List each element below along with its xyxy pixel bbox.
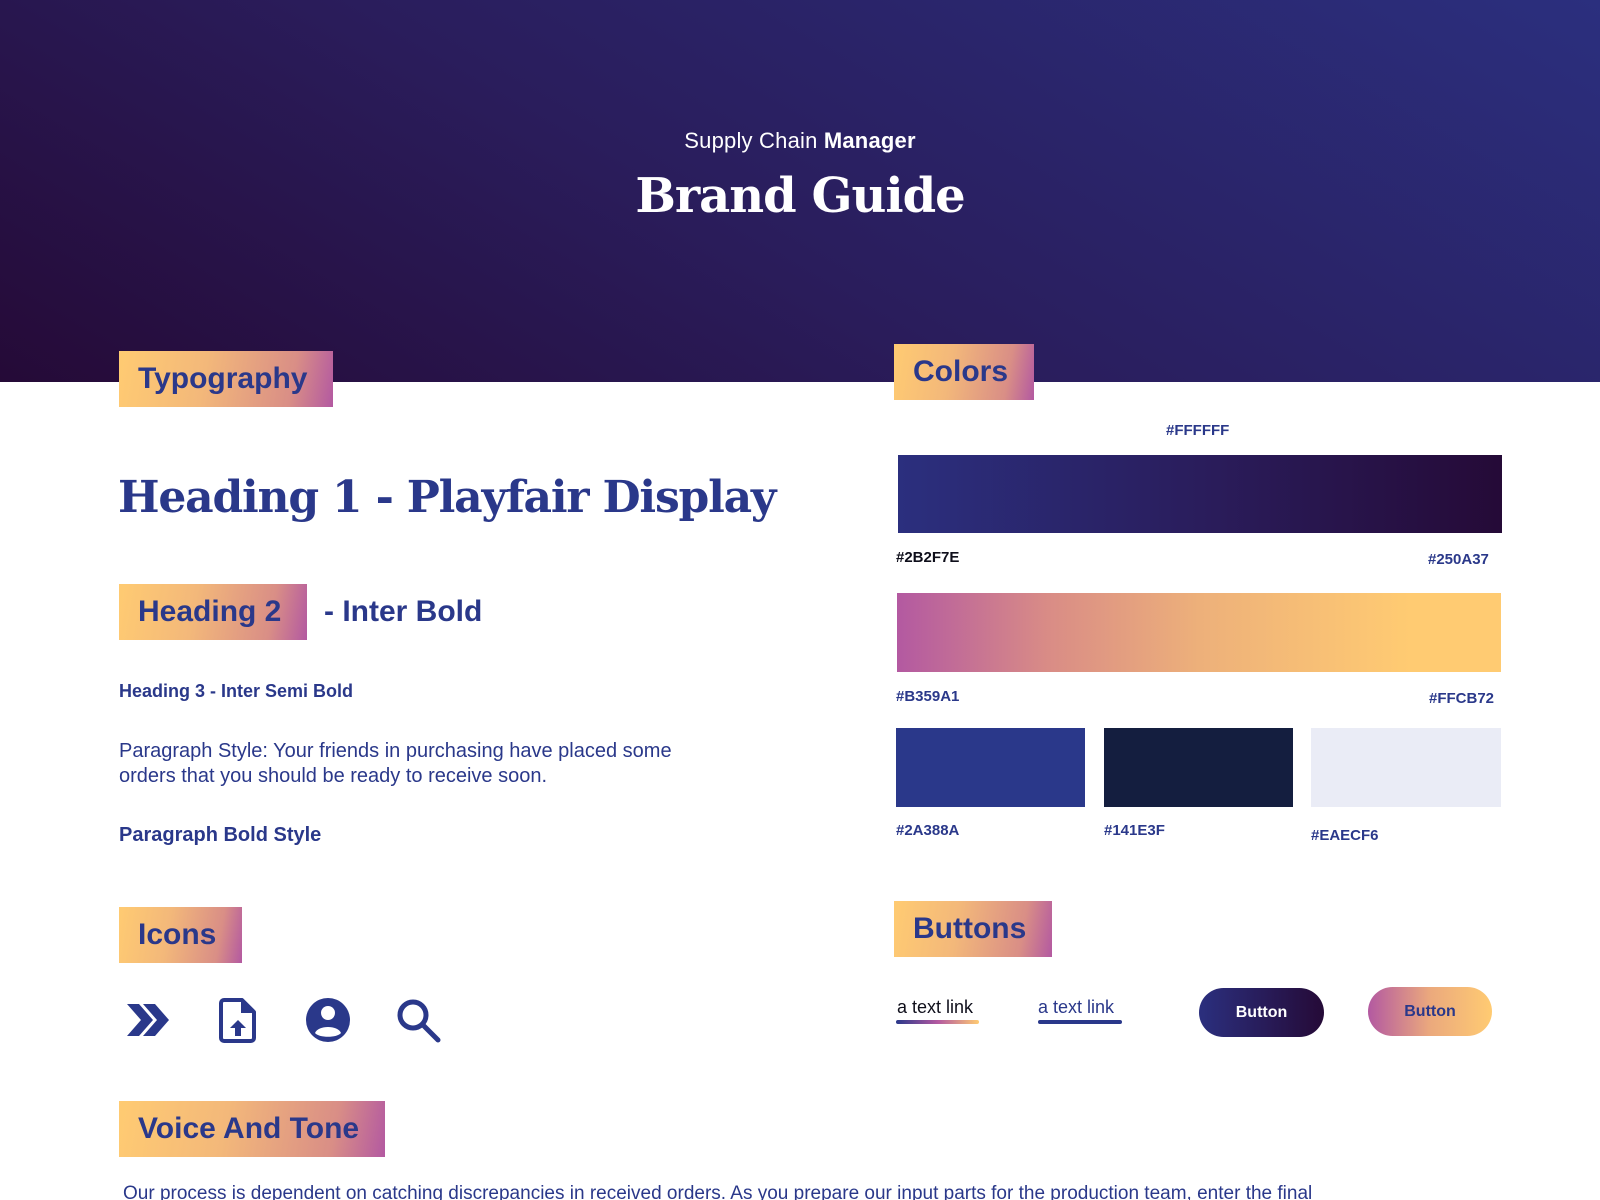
color-label-dark-end: #250A37 (1428, 551, 1489, 568)
file-upload-icon (214, 996, 262, 1044)
solid-text-link[interactable]: a text link (1038, 997, 1114, 1018)
hero-subtitle-bold: Manager (823, 128, 916, 153)
heading-2-suffix: - Inter Bold (324, 595, 483, 628)
solid-swatch-navy (1104, 728, 1293, 807)
buttons-section-title: Buttons (894, 901, 1053, 957)
color-label-dark-start: #2B2F7E (896, 549, 960, 566)
hero-subtitle: Supply Chain Manager (0, 128, 1600, 154)
voice-body-text: Our process is dependent on catching dis… (123, 1183, 1313, 1200)
icons-section-title: Icons (119, 907, 243, 963)
color-label-warm-end: #FFCB72 (1429, 690, 1495, 707)
hero-subtitle-light: Supply Chain (684, 128, 818, 153)
heading-2-sample: Heading 2 (119, 584, 308, 640)
color-label-navy: #141E3F (1104, 822, 1165, 839)
search-icon (394, 996, 442, 1044)
voice-section-title: Voice And Tone (119, 1101, 386, 1157)
heading-1-sample: Heading 1 - Playfair Display (118, 472, 776, 523)
color-label-primary: #2A388A (896, 822, 960, 839)
gradient-text-link[interactable]: a text link (897, 997, 973, 1018)
heading-3-sample: Heading 3 - Inter Semi Bold (119, 681, 354, 701)
solid-swatch-primary (896, 728, 1085, 807)
hero-banner: Supply Chain Manager Brand Guide (0, 0, 1600, 382)
dark-gradient-swatch (898, 455, 1502, 533)
secondary-warm-button[interactable]: Button (1368, 987, 1492, 1036)
solid-swatch-light (1311, 728, 1501, 807)
primary-dark-button[interactable]: Button (1199, 988, 1324, 1037)
paragraph-sample: Paragraph Style: Your friends in purchas… (119, 740, 672, 787)
paragraph-bold-sample: Paragraph Bold Style (119, 824, 322, 846)
gradient-link-underline (896, 1020, 979, 1024)
user-circle-icon (304, 996, 352, 1044)
color-label-warm-start: #B359A1 (896, 688, 960, 705)
typography-section-title: Typography (119, 351, 334, 407)
page-title: Brand Guide (635, 168, 965, 224)
double-chevron-right-icon (123, 996, 171, 1044)
warm-gradient-swatch (897, 593, 1501, 672)
color-label-white: #FFFFFF (1166, 422, 1230, 439)
solid-link-underline (1038, 1020, 1122, 1024)
colors-section-title: Colors (894, 344, 1035, 400)
color-label-light: #EAECF6 (1311, 827, 1379, 844)
